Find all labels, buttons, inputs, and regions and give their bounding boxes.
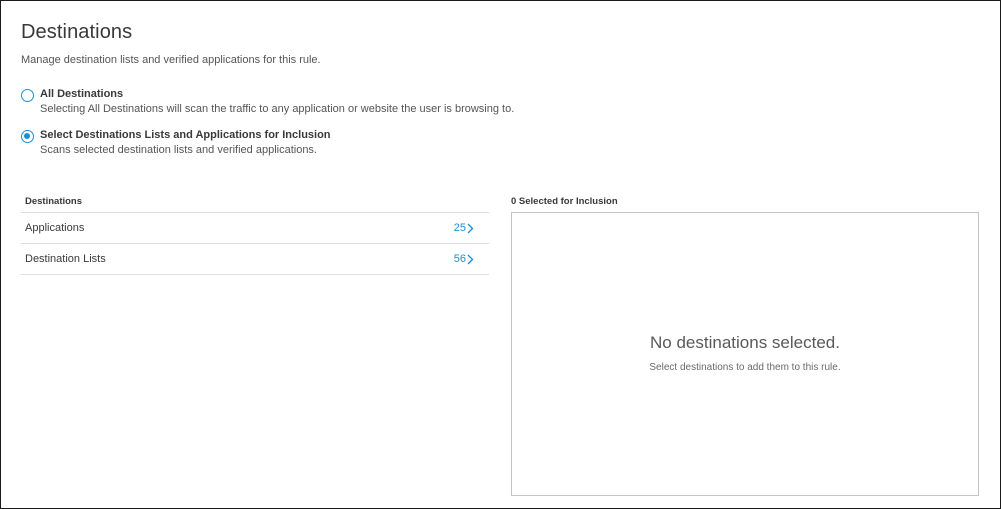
destinations-panel: Destinations Manage destination lists an… [0,0,1001,509]
all-destinations-radio[interactable] [21,89,34,102]
page-subtitle: Manage destination lists and verified ap… [21,54,321,66]
destination-row-applications[interactable]: Applications 25 [21,213,489,244]
empty-state-title: No destinations selected. [650,333,840,352]
page-title: Destinations [21,21,133,43]
destinations-list: Applications 25 Destination Lists 56 [21,212,489,275]
destination-row-name: Destination Lists [25,253,106,265]
destinations-header: Destinations [25,196,83,207]
selected-destinations-box: No destinations selected. Select destina… [511,212,979,496]
chevron-right-icon[interactable] [465,254,475,265]
select-destinations-label[interactable]: Select Destinations Lists and Applicatio… [40,129,331,141]
select-destinations-radio[interactable] [21,130,34,143]
destination-row-destination-lists[interactable]: Destination Lists 56 [21,244,489,275]
selected-header: 0 Selected for Inclusion [511,196,618,207]
empty-state-description: Select destinations to add them to this … [649,362,841,373]
chevron-right-icon[interactable] [465,223,475,234]
all-destinations-description: Selecting All Destinations will scan the… [40,103,515,115]
select-destinations-description: Scans selected destination lists and ver… [40,144,317,156]
all-destinations-label[interactable]: All Destinations [40,88,123,100]
destination-row-name: Applications [25,222,85,234]
